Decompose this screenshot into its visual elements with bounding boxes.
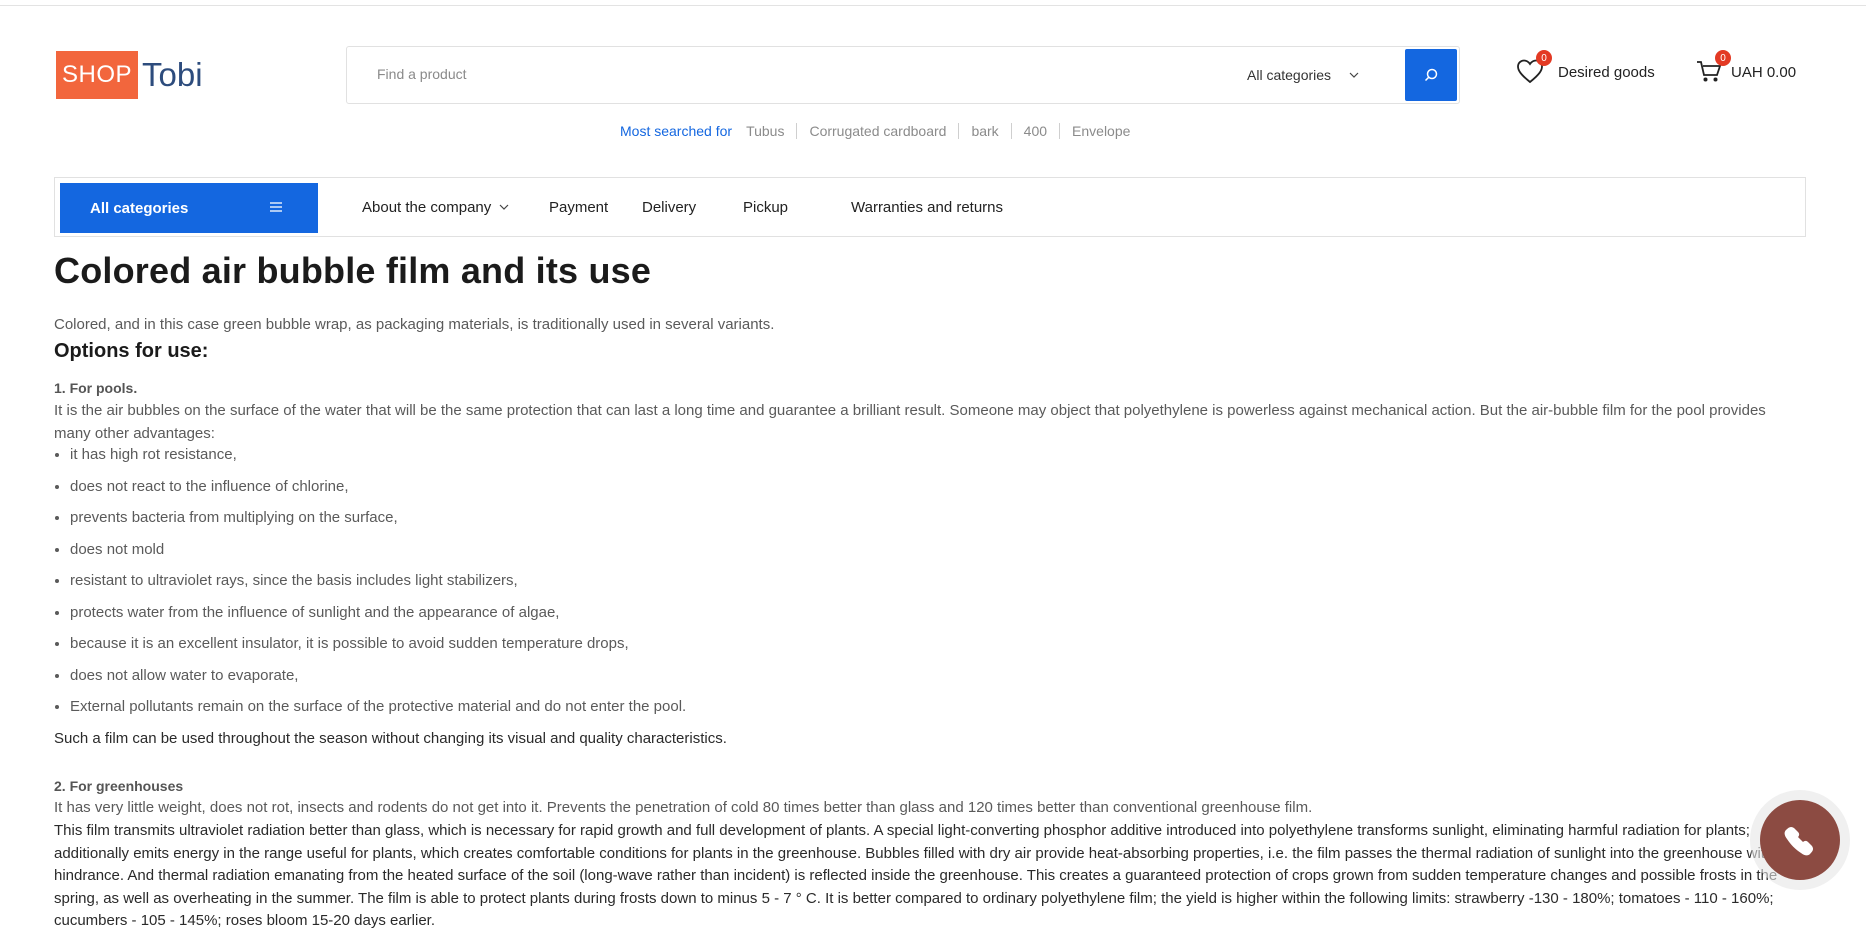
- nav-delivery[interactable]: Delivery: [642, 178, 696, 236]
- wishlist-link[interactable]: 0 Desired goods: [1516, 50, 1655, 86]
- search-button[interactable]: [1405, 49, 1457, 101]
- list-item: prevents bacteria from multiplying on th…: [70, 507, 686, 539]
- section-conclusion-pools: Such a film can be used throughout the s…: [54, 730, 727, 747]
- cart-icon-wrap: 0: [1695, 50, 1731, 86]
- all-categories-button[interactable]: All categories: [60, 183, 318, 233]
- section-title-greenhouses: 2. For greenhouses: [54, 778, 184, 794]
- popular-item[interactable]: Envelope: [1059, 123, 1142, 139]
- chevron-down-icon: [1349, 72, 1359, 78]
- call-button-circle: [1760, 800, 1840, 880]
- search-icon: [1424, 68, 1438, 82]
- chevron-down-icon: [499, 204, 509, 210]
- phone-icon: [1784, 826, 1814, 856]
- nav-warranties[interactable]: Warranties and returns: [851, 178, 1003, 236]
- all-categories-label: All categories: [90, 199, 189, 217]
- cart-link[interactable]: 0 UAH 0.00: [1695, 50, 1797, 86]
- list-item: it has high rot resistance,: [70, 444, 686, 476]
- article: Colored air bubble film and its use Colo…: [54, 250, 1814, 929]
- nav-about-company[interactable]: About the company: [362, 178, 509, 236]
- wishlist-count-badge: 0: [1536, 50, 1552, 66]
- list-item: because it is an excellent insulator, it…: [70, 633, 686, 665]
- search-bar: All categories: [346, 46, 1460, 104]
- menu-icon: [270, 202, 282, 212]
- logo-tobi: Tobi: [142, 56, 203, 93]
- advantages-list: it has high rot resistance, does not rea…: [54, 444, 686, 728]
- section-text-greenhouses-2: This film transmits ultraviolet radiatio…: [54, 822, 1795, 929]
- popular-label: Most searched for: [620, 123, 733, 139]
- section-title-pools: 1. For pools.: [54, 380, 138, 396]
- section-text-greenhouses-1: It has very little weight, does not rot,…: [54, 799, 1313, 816]
- cart-total: UAH 0.00: [1731, 63, 1797, 81]
- options-heading: Options for use:: [54, 340, 209, 362]
- list-item: protects water from the influence of sun…: [70, 602, 686, 634]
- wishlist-icon-wrap: 0: [1516, 50, 1552, 86]
- search-input[interactable]: [375, 65, 1179, 83]
- cart-count-badge: 0: [1715, 50, 1731, 66]
- list-item: does not allow water to evaporate,: [70, 665, 686, 697]
- search-category-select[interactable]: All categories: [1247, 47, 1359, 103]
- search-category-label: All categories: [1247, 67, 1332, 83]
- nav-pickup[interactable]: Pickup: [743, 178, 788, 236]
- nav-item-label: About the company: [362, 198, 492, 216]
- popular-item[interactable]: Tubus: [746, 123, 796, 139]
- nav-item-label: Payment: [549, 198, 609, 216]
- wishlist-label: Desired goods: [1558, 63, 1655, 81]
- popular-item[interactable]: 400: [1010, 123, 1059, 139]
- list-item: does not react to the influence of chlor…: [70, 476, 686, 508]
- logo[interactable]: SHOP Tobi: [56, 51, 203, 99]
- nav-item-label: Warranties and returns: [851, 198, 1004, 216]
- popular-item[interactable]: bark: [958, 123, 1010, 139]
- top-divider: [0, 5, 1866, 6]
- list-item: does not mold: [70, 539, 686, 571]
- page-title: Colored air bubble film and its use: [54, 250, 652, 291]
- popular-item[interactable]: Corrugated cardboard: [796, 123, 958, 139]
- nav-item-label: Delivery: [642, 198, 697, 216]
- section-text-pools: It is the air bubbles on the surface of …: [54, 402, 1766, 442]
- nav-item-label: Pickup: [743, 198, 789, 216]
- logo-shop: SHOP: [56, 51, 138, 99]
- article-intro: Colored, and in this case green bubble w…: [54, 316, 775, 333]
- main-nav: All categories About the company Payment…: [54, 177, 1806, 237]
- list-item: External pollutants remain on the surfac…: [70, 696, 686, 728]
- nav-payment[interactable]: Payment: [549, 178, 608, 236]
- list-item: resistant to ultraviolet rays, since the…: [70, 570, 686, 602]
- call-button[interactable]: [1750, 790, 1850, 890]
